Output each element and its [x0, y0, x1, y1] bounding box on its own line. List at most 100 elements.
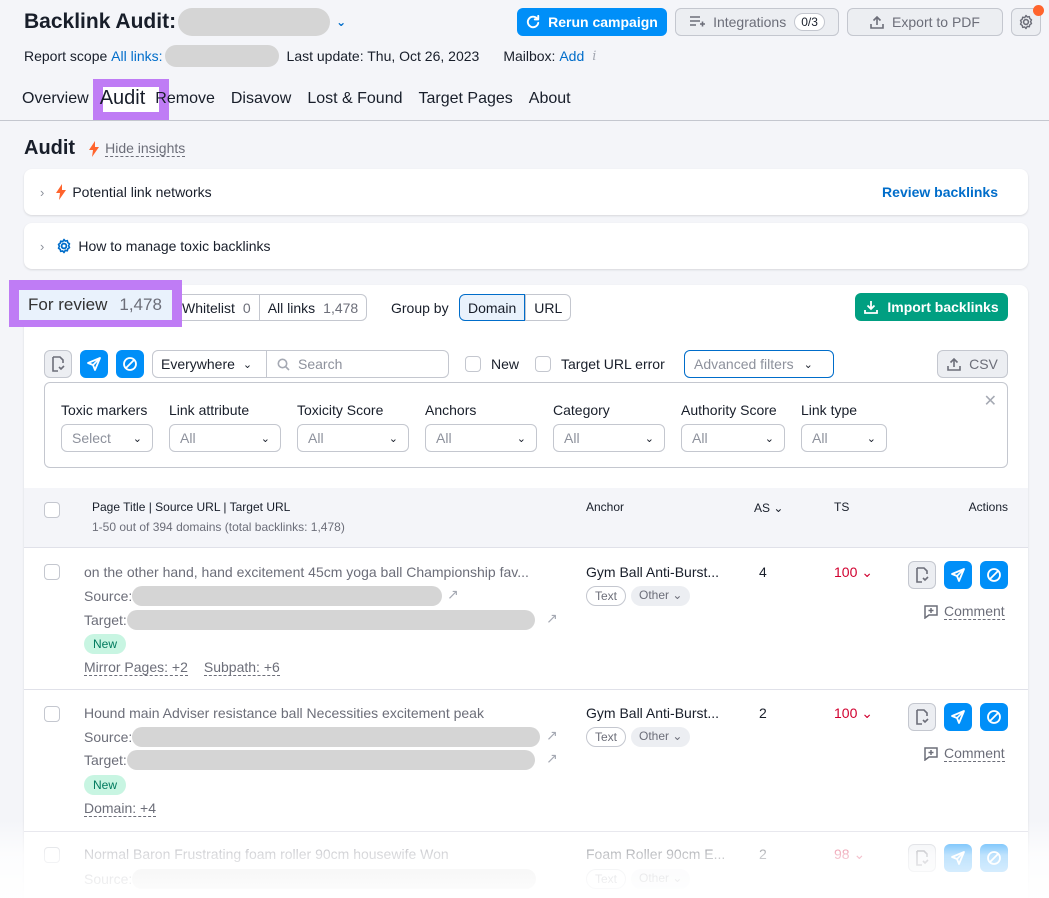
chevron-right-icon[interactable]: › — [40, 185, 44, 200]
segment-group: Whitelist 0 All links 1,478 — [182, 294, 368, 321]
disavow-button[interactable] — [980, 703, 1008, 731]
select-all-checkbox[interactable] — [44, 502, 60, 518]
tab-target-pages[interactable]: Target Pages — [419, 90, 513, 110]
tab-audit[interactable]: Audit — [100, 87, 146, 110]
domain-link[interactable]: Domain: +4 — [84, 800, 156, 817]
export-pdf-button[interactable]: Export to PDF — [847, 8, 1003, 36]
chip-other[interactable]: Other ⌄ — [631, 869, 691, 889]
redacted-url[interactable] — [126, 610, 535, 630]
redacted-url[interactable] — [126, 750, 535, 770]
toxicity-score[interactable]: 98 ⌄ — [834, 846, 865, 863]
segment-all-links[interactable]: All links 1,478 — [259, 294, 368, 321]
for-review-count: 1,478 — [119, 295, 162, 314]
import-backlinks-button[interactable]: Import backlinks — [855, 293, 1008, 321]
link-type-select[interactable]: All ⌄ — [801, 424, 887, 452]
subpath-link[interactable]: Subpath: +6 — [203, 659, 280, 676]
row-title: Normal Baron Frustrating foam roller 90c… — [84, 846, 449, 862]
chevron-down-icon[interactable]: ⌄ — [336, 15, 346, 29]
integrations-button[interactable]: Integrations 0/3 — [675, 8, 839, 36]
col-as-sort[interactable]: AS ⌄ — [754, 501, 783, 515]
toxicity-score[interactable]: 100 ⌄ — [834, 705, 873, 722]
all-links-link[interactable]: All links: — [111, 48, 162, 64]
filter-anchors: Anchors All ⌄ — [425, 402, 537, 452]
filter-authority-score: Authority Score All ⌄ — [681, 402, 785, 452]
remove-button[interactable] — [944, 561, 972, 589]
redacted-url[interactable] — [132, 586, 443, 606]
review-backlinks-link[interactable]: Review backlinks — [882, 184, 998, 200]
redacted-url[interactable] — [132, 869, 537, 889]
toxicity-score-select[interactable]: All ⌄ — [297, 424, 409, 452]
chevron-right-icon[interactable]: › — [40, 239, 44, 254]
search-scope-select[interactable]: Everywhere ⌄ — [152, 350, 267, 378]
comment-button[interactable]: Comment — [924, 745, 1005, 762]
mailbox-add-link[interactable]: Add — [559, 48, 584, 64]
disavow-button[interactable] — [980, 844, 1008, 872]
target-url-error-checkbox[interactable] — [535, 356, 551, 372]
upload-icon — [870, 15, 884, 29]
row-checkbox[interactable] — [44, 847, 60, 863]
rerun-campaign-button[interactable]: Rerun campaign — [517, 8, 667, 36]
external-link-icon[interactable]: ↗ — [546, 750, 558, 767]
link-attribute-select[interactable]: All ⌄ — [169, 424, 281, 452]
whitelist-button[interactable] — [908, 703, 936, 731]
info-icon[interactable]: i — [592, 49, 596, 64]
comment-button[interactable]: Comment — [924, 603, 1005, 620]
remove-button[interactable] — [944, 844, 972, 872]
new-checkbox[interactable] — [465, 356, 481, 372]
export-csv-button[interactable]: CSV — [937, 350, 1008, 378]
tab-lost-found[interactable]: Lost & Found — [307, 90, 402, 110]
external-link-icon[interactable]: ↗ — [447, 586, 459, 603]
chip-other[interactable]: Other ⌄ — [631, 586, 691, 606]
authority-score: 4 — [759, 564, 767, 580]
authority-score-select[interactable]: All ⌄ — [681, 424, 785, 452]
settings-button[interactable] — [1011, 5, 1044, 36]
segment-for-review[interactable]: For review 1,478 — [19, 290, 172, 320]
chevron-down-icon: ⌄ — [516, 432, 526, 445]
row-actions — [908, 561, 1008, 589]
toxic-markers-select[interactable]: Select ⌄ — [61, 424, 153, 452]
new-filter[interactable]: New — [465, 356, 519, 372]
whitelist-button[interactable] — [908, 844, 936, 872]
disavow-button[interactable] — [116, 350, 144, 378]
tab-about[interactable]: About — [529, 90, 571, 110]
authority-score: 2 — [759, 705, 767, 721]
disavow-button[interactable] — [980, 561, 1008, 589]
tab-disavow[interactable]: Disavow — [231, 90, 291, 110]
insight-link-networks[interactable]: › Potential link networks Review backlin… — [24, 169, 1028, 215]
remove-button[interactable] — [944, 703, 972, 731]
target-url-error-filter[interactable]: Target URL error — [535, 356, 665, 372]
send-remove-button[interactable] — [80, 350, 108, 378]
category-select[interactable]: All ⌄ — [553, 424, 665, 452]
whitelist-action-button[interactable] — [44, 350, 72, 378]
row-checkbox[interactable] — [44, 706, 60, 722]
search-input[interactable] — [298, 356, 438, 372]
tab-remove[interactable]: Remove — [155, 90, 215, 110]
close-icon[interactable]: ✕ — [984, 391, 997, 411]
redacted-url[interactable] — [132, 727, 541, 747]
tabs-divider — [0, 120, 1049, 121]
paper-plane-icon — [951, 568, 965, 582]
mirror-pages-link[interactable]: Mirror Pages: +2 — [84, 659, 188, 676]
row-checkbox[interactable] — [44, 564, 60, 580]
gear-icon — [1019, 14, 1033, 30]
doc-check-icon — [52, 356, 65, 372]
row-links: Domain: +4 — [84, 800, 156, 817]
external-link-icon[interactable]: ↗ — [546, 727, 558, 744]
target-url: Target: — [84, 750, 535, 770]
group-by-domain[interactable]: Domain — [459, 294, 526, 321]
segment-whitelist[interactable]: Whitelist 0 — [182, 294, 260, 321]
insight-manage-toxic[interactable]: › How to manage toxic backlinks — [24, 223, 1028, 269]
tab-overview[interactable]: Overview — [22, 90, 89, 110]
toxicity-score[interactable]: 100 ⌄ — [834, 564, 873, 581]
advanced-filters-toggle[interactable]: Advanced filters ⌄ — [684, 350, 834, 378]
filter-link-type: Link type All ⌄ — [801, 402, 887, 452]
whitelist-button[interactable] — [908, 561, 936, 589]
external-link-icon[interactable]: ↗ — [546, 610, 558, 627]
hide-insights-link[interactable]: Hide insights — [105, 140, 186, 157]
chip-other[interactable]: Other ⌄ — [631, 727, 691, 747]
anchor-text: Foam Roller 90cm E... — [586, 846, 726, 862]
group-by-url[interactable]: URL — [525, 294, 572, 321]
anchors-select[interactable]: All ⌄ — [425, 424, 537, 452]
anchor-chips: Text Other ⌄ — [586, 727, 691, 747]
paper-plane-icon — [87, 357, 101, 371]
